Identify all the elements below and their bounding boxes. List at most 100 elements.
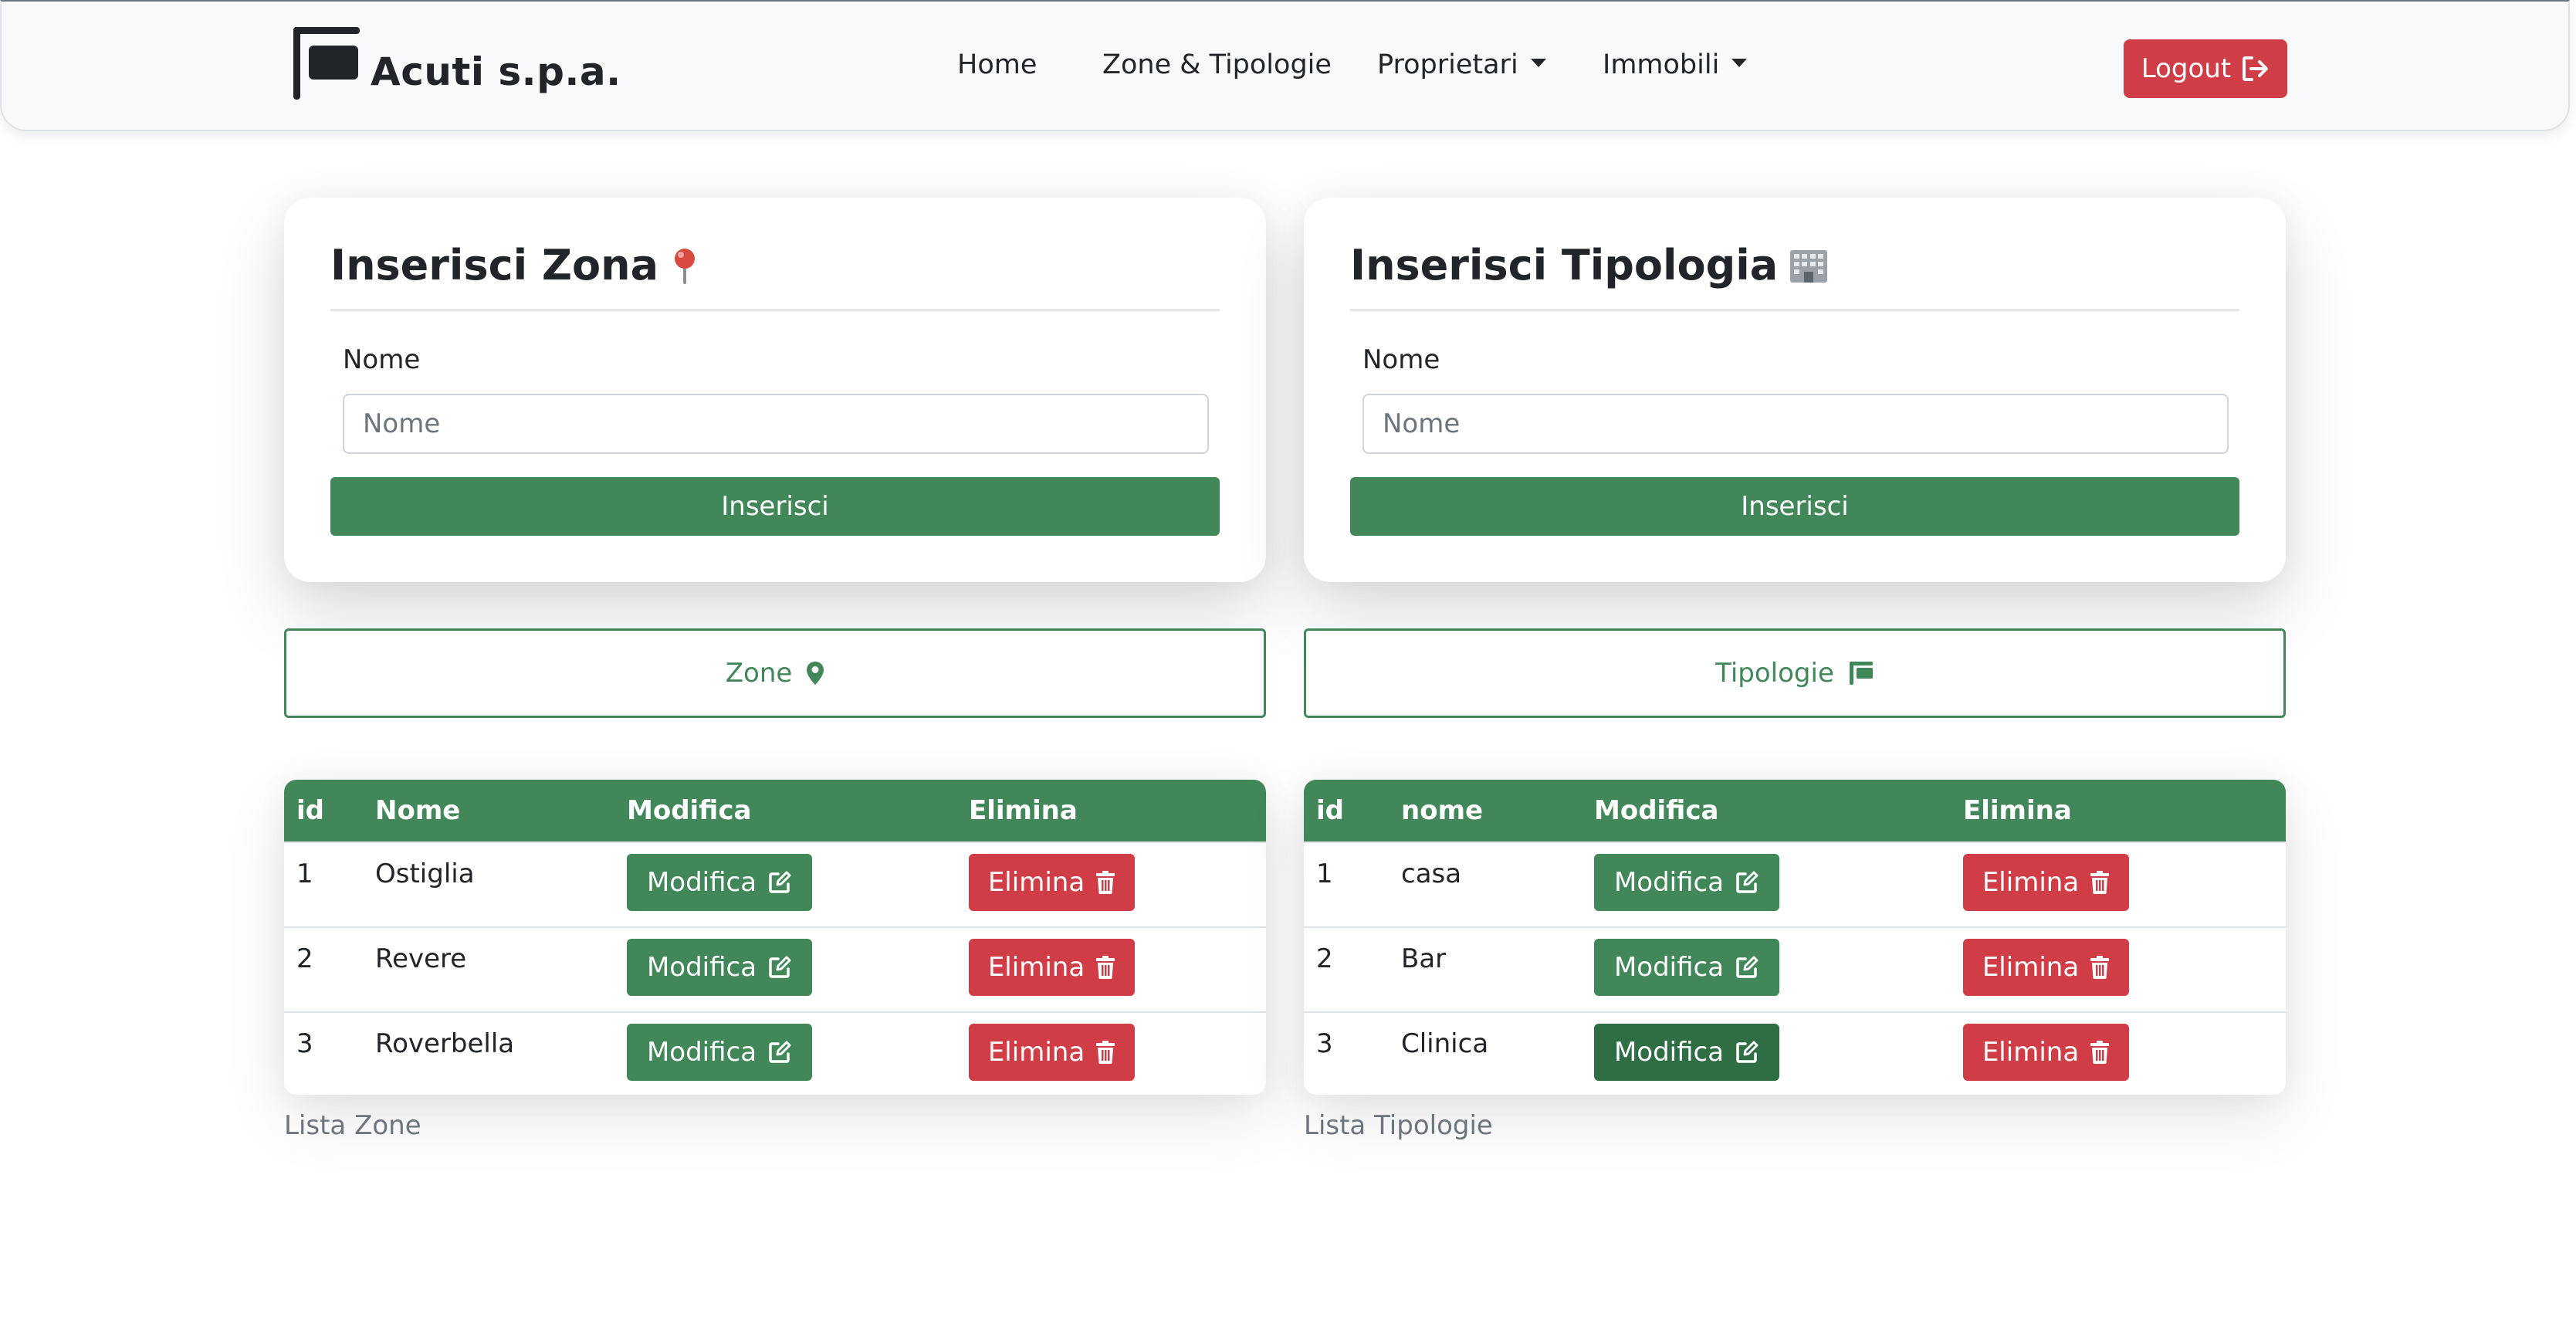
elimina-button[interactable]: Elimina xyxy=(969,939,1135,996)
tipologie-table-header: id nome Modifica Elimina xyxy=(1304,780,2286,841)
nome-label: Nome xyxy=(343,344,421,375)
nav-home[interactable]: Home xyxy=(957,49,1037,80)
edit-icon xyxy=(1736,956,1759,978)
divider xyxy=(1350,309,2239,311)
elimina-label: Elimina xyxy=(987,1037,1085,1068)
zone-toggle-label: Zone xyxy=(725,658,793,689)
tipologia-nome-input[interactable] xyxy=(1362,394,2229,454)
pushpin-icon xyxy=(675,248,696,284)
caret-down-icon xyxy=(1530,58,1546,67)
zone-toggle-button[interactable]: Zone xyxy=(284,628,1266,718)
cell-nome: Ostiglia xyxy=(375,858,475,889)
logout-label: Logout xyxy=(2141,53,2232,84)
trash-icon xyxy=(2090,1041,2110,1064)
edit-icon xyxy=(769,871,791,893)
cell-id: 1 xyxy=(1316,858,1333,889)
elimina-button[interactable]: Elimina xyxy=(969,1024,1135,1081)
edit-icon xyxy=(769,1041,791,1063)
elimina-button[interactable]: Elimina xyxy=(1963,1024,2129,1081)
modifica-button[interactable]: Modifica xyxy=(627,1024,812,1081)
brand[interactable]: Acuti s.p.a. xyxy=(286,25,621,102)
elimina-button[interactable]: Elimina xyxy=(1963,854,2129,911)
modifica-button[interactable]: Modifica xyxy=(627,939,812,996)
cell-id: 2 xyxy=(1316,943,1333,974)
navbar: Acuti s.p.a. Home Zone & Tipologie Propr… xyxy=(0,0,2570,131)
modifica-label: Modifica xyxy=(646,1037,757,1068)
cell-id: 1 xyxy=(296,858,313,889)
inserisci-tipologia-title: Inserisci Tipologia xyxy=(1350,241,1829,290)
cell-nome: casa xyxy=(1401,858,1462,889)
tipologie-toggle-label: Tipologie xyxy=(1715,658,1834,689)
modifica-label: Modifica xyxy=(1613,952,1725,983)
lista-tipologie-caption: Lista Tipologie xyxy=(1304,1110,1493,1141)
cell-id: 2 xyxy=(296,943,313,974)
nav-proprietari-label: Proprietari xyxy=(1377,49,1518,80)
inserisci-tipologia-button[interactable]: Inserisci xyxy=(1350,477,2239,536)
inserisci-zona-card: Inserisci Zona Nome Inserisci xyxy=(284,198,1266,582)
inserisci-tipologia-title-text: Inserisci Tipologia xyxy=(1350,241,1779,290)
edit-icon xyxy=(769,956,791,978)
column-header-nome: Nome xyxy=(375,795,461,826)
modifica-button[interactable]: Modifica xyxy=(627,854,812,911)
tipologie-toggle-button[interactable]: Tipologie xyxy=(1304,628,2286,718)
column-header-nome: nome xyxy=(1401,795,1484,826)
modifica-button[interactable]: Modifica xyxy=(1594,1024,1779,1081)
inserisci-zona-title: Inserisci Zona xyxy=(330,241,700,290)
cell-nome: Bar xyxy=(1401,943,1447,974)
edit-icon xyxy=(1736,1041,1759,1063)
edit-icon xyxy=(1736,871,1759,893)
nav-immobili-label: Immobili xyxy=(1603,49,1720,80)
column-header-modifica: Modifica xyxy=(1594,795,1719,826)
cell-nome: Clinica xyxy=(1401,1028,1489,1059)
real-estate-sign-icon xyxy=(293,27,360,100)
zone-table-header: id Nome Modifica Elimina xyxy=(284,780,1266,841)
logout-button[interactable]: Logout xyxy=(2124,39,2287,98)
inserisci-tipologia-card: Inserisci Tipologia Nome Inserisci xyxy=(1304,198,2286,582)
elimina-label: Elimina xyxy=(1982,952,2080,983)
caret-down-icon xyxy=(1731,58,1748,67)
elimina-label: Elimina xyxy=(1982,1037,2080,1068)
nav-immobili-dropdown[interactable]: Immobili xyxy=(1603,49,1748,80)
logout-icon xyxy=(2243,56,2269,81)
trash-icon xyxy=(2090,956,2110,979)
table-row: 3 Roverbella Modifica Elimina xyxy=(284,1011,1266,1095)
zona-nome-input[interactable] xyxy=(343,394,1209,454)
trash-icon xyxy=(1096,956,1115,979)
zone-table: id Nome Modifica Elimina 1 Ostiglia Modi… xyxy=(284,780,1266,1095)
modifica-button[interactable]: Modifica xyxy=(1594,854,1779,911)
cell-id: 3 xyxy=(1316,1028,1333,1059)
tipologie-table: id nome Modifica Elimina 1 casa Modifica… xyxy=(1304,780,2286,1095)
table-row: 1 casa Modifica Elimina xyxy=(1304,841,2286,926)
inserisci-zona-title-text: Inserisci Zona xyxy=(330,241,659,290)
cell-nome: Roverbella xyxy=(375,1028,515,1059)
map-marker-icon xyxy=(807,662,824,685)
elimina-button[interactable]: Elimina xyxy=(1963,939,2129,996)
trash-icon xyxy=(1096,1041,1115,1064)
trash-icon xyxy=(2090,871,2110,894)
brand-name: Acuti s.p.a. xyxy=(371,49,621,94)
table-row: 2 Bar Modifica Elimina xyxy=(1304,926,2286,1011)
modifica-label: Modifica xyxy=(646,952,757,983)
cell-nome: Revere xyxy=(375,943,467,974)
inserisci-zona-button[interactable]: Inserisci xyxy=(330,477,1220,536)
nome-label: Nome xyxy=(1362,344,1440,375)
column-header-elimina: Elimina xyxy=(1963,795,2072,826)
flag-icon xyxy=(1849,662,1873,685)
elimina-button[interactable]: Elimina xyxy=(969,854,1135,911)
table-row: 1 Ostiglia Modifica Elimina xyxy=(284,841,1266,926)
column-header-id: id xyxy=(296,795,324,826)
modifica-label: Modifica xyxy=(1613,1037,1725,1068)
modifica-label: Modifica xyxy=(1613,867,1725,898)
column-header-elimina: Elimina xyxy=(969,795,1078,826)
divider xyxy=(330,309,1220,311)
column-header-modifica: Modifica xyxy=(627,795,752,826)
column-header-id: id xyxy=(1316,795,1344,826)
elimina-label: Elimina xyxy=(987,867,1085,898)
office-building-icon xyxy=(1790,249,1828,283)
modifica-button[interactable]: Modifica xyxy=(1594,939,1779,996)
table-row: 3 Clinica Modifica Elimina xyxy=(1304,1011,2286,1095)
lista-zone-caption: Lista Zone xyxy=(284,1110,421,1141)
nav-zone-tipologie[interactable]: Zone & Tipologie xyxy=(1102,49,1332,80)
modifica-label: Modifica xyxy=(646,867,757,898)
nav-proprietari-dropdown[interactable]: Proprietari xyxy=(1377,49,1546,80)
